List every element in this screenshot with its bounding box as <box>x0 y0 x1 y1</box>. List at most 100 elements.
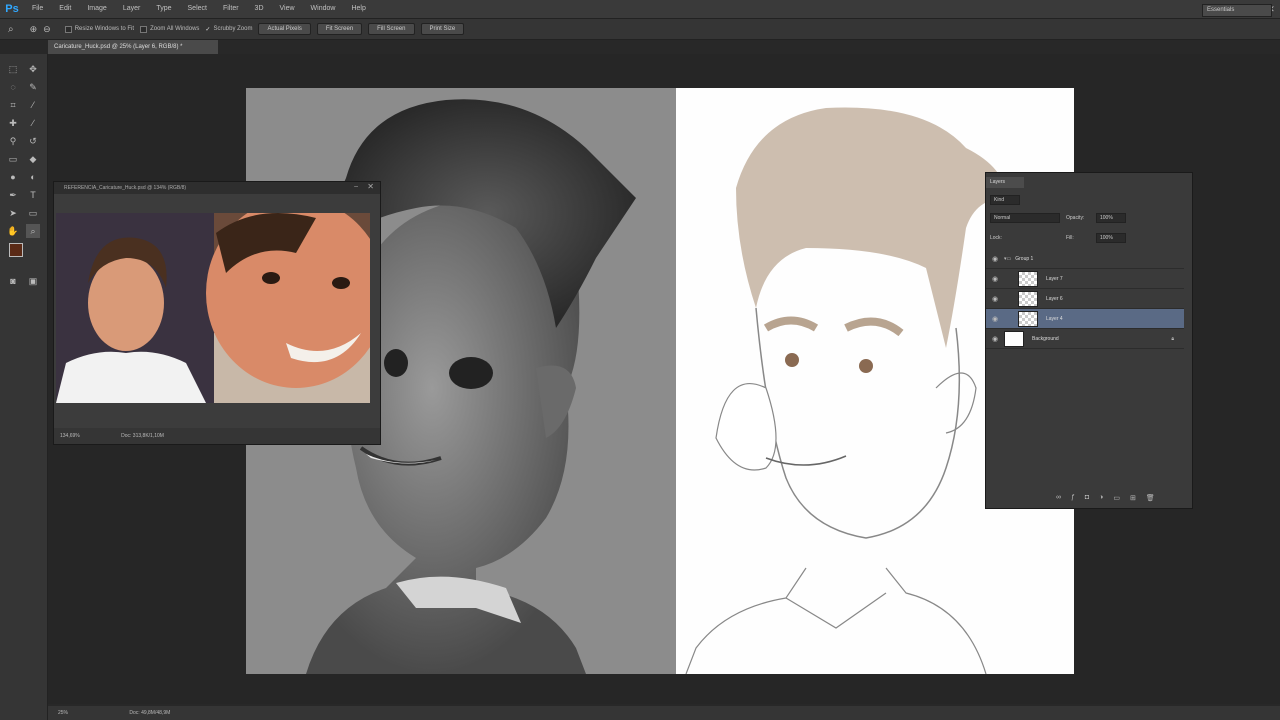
zoom-level[interactable]: 25% <box>58 710 68 716</box>
menu-3d[interactable]: 3D <box>247 0 272 18</box>
scrubby-zoom-label: Scrubby Zoom <box>213 26 253 32</box>
close-icon[interactable]: ✕ <box>367 182 374 191</box>
move-icon[interactable]: ✥ <box>26 62 40 76</box>
folder-icon: ▾▭ <box>1004 255 1012 262</box>
rectangle-icon[interactable]: ▭ <box>26 206 40 220</box>
group-icon[interactable]: ▭ <box>1113 494 1120 502</box>
app-logo: Ps <box>5 3 19 15</box>
layer-thumbnail <box>1018 290 1038 307</box>
hand-icon[interactable]: ✋ <box>6 224 20 238</box>
eraser-icon[interactable]: ▭ <box>6 152 20 166</box>
reference-photo-image <box>56 213 370 403</box>
crop-icon[interactable]: ⌗ <box>6 98 20 112</box>
brush-icon[interactable]: ∕ <box>26 116 40 130</box>
menu-type[interactable]: Type <box>148 0 179 18</box>
trash-icon[interactable]: 🗑︎ <box>1146 494 1155 502</box>
reference-doc-size: Doc: 313,8K/1,10M <box>121 433 164 439</box>
fill-screen-button[interactable]: Fill Screen <box>368 23 415 35</box>
layers-tab[interactable]: Layers <box>986 177 1024 188</box>
adjustment-icon[interactable]: ◑ <box>1099 494 1103 502</box>
type-icon[interactable]: T <box>26 188 40 202</box>
fx-icon[interactable]: ƒ <box>1071 494 1075 502</box>
quick-mask-icon[interactable]: ◙ <box>6 274 20 288</box>
layer-row[interactable]: ◉ Layer 6 <box>986 289 1184 309</box>
menu-select[interactable]: Select <box>180 0 215 18</box>
fill-label: Fill: <box>1066 235 1074 241</box>
zoom-all-label: Zoom All Windows <box>150 26 200 32</box>
new-layer-icon[interactable]: ⊞ <box>1130 494 1136 502</box>
screen-mode-icon[interactable]: ▣ <box>26 274 40 288</box>
menu-layer[interactable]: Layer <box>115 0 149 18</box>
eye-icon[interactable]: ◉ <box>986 315 1004 323</box>
reference-window-title[interactable]: REFERENCIA_Caricature_Huck.psd @ 134% (R… <box>54 182 380 194</box>
opacity-field[interactable]: 100% <box>1096 213 1126 223</box>
reference-window[interactable]: REFERENCIA_Caricature_Huck.psd @ 134% (R… <box>53 181 381 445</box>
link-icon[interactable]: ∞ <box>1056 494 1061 502</box>
reference-zoom[interactable]: 134,69% <box>60 433 80 439</box>
zoom-tool-icon[interactable]: ⌕ <box>8 24 14 35</box>
resize-windows-label: Resize Windows to Fit <box>74 26 135 32</box>
eye-icon[interactable]: ◉ <box>986 255 1004 263</box>
menu-help[interactable]: Help <box>343 0 373 18</box>
menu-window[interactable]: Window <box>303 0 344 18</box>
layer-name: Background <box>1032 335 1059 342</box>
quick-select-icon[interactable]: ✎ <box>26 80 40 94</box>
reference-photo <box>56 213 370 403</box>
lock-label: Lock: <box>990 235 1002 241</box>
eye-icon[interactable]: ◉ <box>986 295 1004 303</box>
filter-kind-select[interactable]: Kind <box>990 195 1020 205</box>
reference-status-bar: 134,69% Doc: 313,8K/1,10M <box>54 428 380 444</box>
eye-icon[interactable]: ◉ <box>986 335 1004 343</box>
zoom-all-checkbox[interactable]: Zoom All Windows <box>140 25 200 33</box>
fill-field[interactable]: 100% <box>1096 233 1126 243</box>
print-size-button[interactable]: Print Size <box>420 23 465 35</box>
menu-view[interactable]: View <box>272 0 303 18</box>
menu-edit[interactable]: Edit <box>51 0 79 18</box>
status-bar: 25% Doc: 49,8M/48,9M <box>48 706 1280 720</box>
options-bar: ⌕ ⊕ ⊖ Resize Windows to Fit Zoom All Win… <box>0 18 1280 40</box>
layer-row[interactable]: ◉ Layer 7 <box>986 269 1184 289</box>
fit-screen-button[interactable]: Fit Screen <box>316 23 363 35</box>
zoom-out-icon[interactable]: ⊖ <box>43 24 51 35</box>
paint-bucket-icon[interactable]: ◆ <box>26 152 40 166</box>
pen-icon[interactable]: ✒ <box>6 188 20 202</box>
blend-mode-select[interactable]: Normal <box>990 213 1060 223</box>
blur-icon[interactable]: ● <box>6 170 20 184</box>
checkbox-icon <box>64 25 72 33</box>
zoom-in-icon[interactable]: ⊕ <box>30 24 38 35</box>
resize-windows-checkbox[interactable]: Resize Windows to Fit <box>64 25 135 33</box>
document-tab[interactable]: Caricature_Huck.psd @ 25% (Layer 6, RGB/… <box>48 40 218 54</box>
doc-size: Doc: 49,8M/48,9M <box>129 710 171 716</box>
layer-name: Layer 4 <box>1046 315 1063 322</box>
dodge-icon[interactable]: ◐ <box>26 170 40 184</box>
foreground-color-swatch[interactable] <box>9 243 23 257</box>
layer-name: Layer 7 <box>1046 275 1063 282</box>
lasso-icon[interactable]: ◌ <box>6 80 20 94</box>
scrubby-zoom-checkbox[interactable]: ✓ Scrubby Zoom <box>205 26 252 33</box>
layer-row[interactable]: ◉ ▾▭ Group 1 <box>986 249 1184 269</box>
menu-image[interactable]: Image <box>79 0 114 18</box>
clone-stamp-icon[interactable]: ⚲ <box>6 134 20 148</box>
minimize-icon[interactable]: – <box>354 183 358 190</box>
layer-name: Layer 6 <box>1046 295 1063 302</box>
eye-icon[interactable]: ◉ <box>986 275 1004 283</box>
menu-file[interactable]: File <box>24 0 51 18</box>
eyedropper-icon[interactable]: ⁄ <box>26 98 40 112</box>
layer-row[interactable]: ◉ Background 🔒︎ <box>986 329 1184 349</box>
history-brush-icon[interactable]: ↺ <box>26 134 40 148</box>
layers-footer: ∞ ƒ ◘ ◑ ▭ ⊞ 🗑︎ <box>1056 494 1155 502</box>
tools-panel: ⬚ ✥ ◌ ✎ ⌗ ⁄ ✚ ∕ ⚲ ↺ ▭ ◆ ● ◐ ✒ T ➤ ▭ ✋ ⌕ … <box>0 54 48 720</box>
lock-icon: 🔒︎ <box>1171 335 1174 342</box>
marquee-icon[interactable]: ⬚ <box>6 62 20 76</box>
layer-thumbnail <box>1004 330 1024 347</box>
workspace-select[interactable]: Essentials <box>1202 4 1272 17</box>
check-icon: ✓ <box>205 26 211 33</box>
mask-icon[interactable]: ◘ <box>1085 494 1089 502</box>
actual-pixels-button[interactable]: Actual Pixels <box>258 23 311 35</box>
layer-row-selected[interactable]: ◉ Layer 4 <box>986 309 1184 329</box>
zoom-icon[interactable]: ⌕ <box>26 224 40 238</box>
checkbox-icon <box>140 25 148 33</box>
healing-icon[interactable]: ✚ <box>6 116 20 130</box>
path-select-icon[interactable]: ➤ <box>6 206 20 220</box>
menu-filter[interactable]: Filter <box>215 0 247 18</box>
